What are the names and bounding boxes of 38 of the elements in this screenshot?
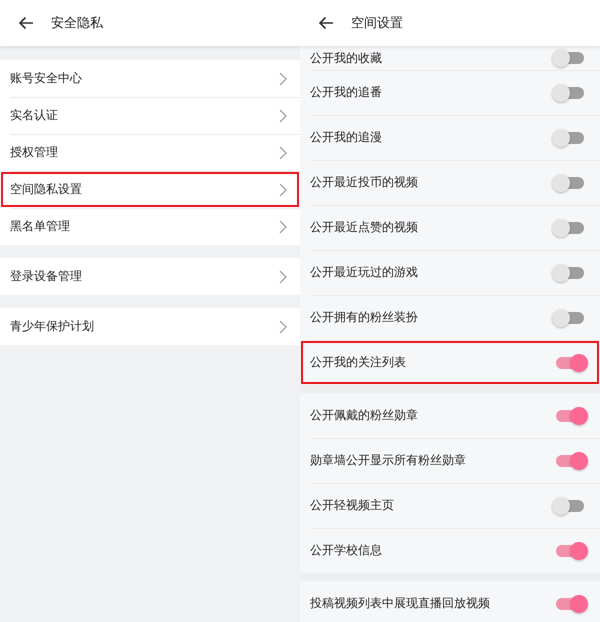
menu-item[interactable]: 授权管理 [0, 134, 300, 171]
menu-item[interactable]: 实名认证 [0, 97, 300, 134]
chevron-icon [279, 146, 287, 160]
row-label: 公开我的收藏 [310, 50, 382, 66]
menu-item[interactable]: 黑名单管理 [0, 208, 300, 245]
row-label: 黑名单管理 [10, 218, 70, 235]
row-label: 授权管理 [10, 144, 58, 161]
row-label: 青少年保护计划 [10, 318, 94, 335]
row-label: 空间隐私设置 [10, 181, 82, 198]
back-icon[interactable] [18, 16, 34, 30]
page-title: 空间设置 [351, 15, 403, 32]
page-title: 安全隐私 [51, 15, 103, 32]
row-label: 实名认证 [10, 107, 58, 124]
row-label: 公开最近点赞的视频 [310, 219, 418, 236]
menu-item[interactable]: 账号安全中心 [0, 60, 300, 97]
row-label: 公开学校信息 [310, 542, 382, 559]
chevron-icon [279, 182, 287, 196]
row-label: 公开拥有的粉丝装扮 [310, 309, 418, 326]
row-label: 公开我的追漫 [310, 129, 382, 146]
row-label: 公开轻视频主页 [310, 497, 394, 514]
row-label: 公开最近投币的视频 [310, 174, 418, 191]
row-label: 公开最近玩过的游戏 [310, 264, 418, 281]
row-label: 公开我的追番 [310, 84, 382, 101]
row-label: 勋章墙公开显示所有粉丝勋章 [310, 452, 466, 469]
row-label: 公开佩戴的粉丝勋章 [310, 407, 418, 424]
row-label: 登录设备管理 [10, 268, 82, 285]
chevron-icon [279, 72, 287, 86]
chevron-icon [279, 108, 287, 122]
chevron-icon [279, 320, 287, 334]
menu-item[interactable]: 登录设备管理 [0, 258, 300, 295]
chevron-icon [279, 220, 287, 234]
menu-item[interactable]: 空间隐私设置 [0, 171, 300, 208]
back-icon[interactable] [318, 16, 334, 30]
row-label: 账号安全中心 [10, 70, 82, 87]
row-label: 公开我的关注列表 [310, 354, 406, 371]
menu-item[interactable]: 青少年保护计划 [0, 308, 300, 345]
row-label: 投稿视频列表中展现直播回放视频 [310, 595, 490, 612]
chevron-icon [279, 270, 287, 284]
